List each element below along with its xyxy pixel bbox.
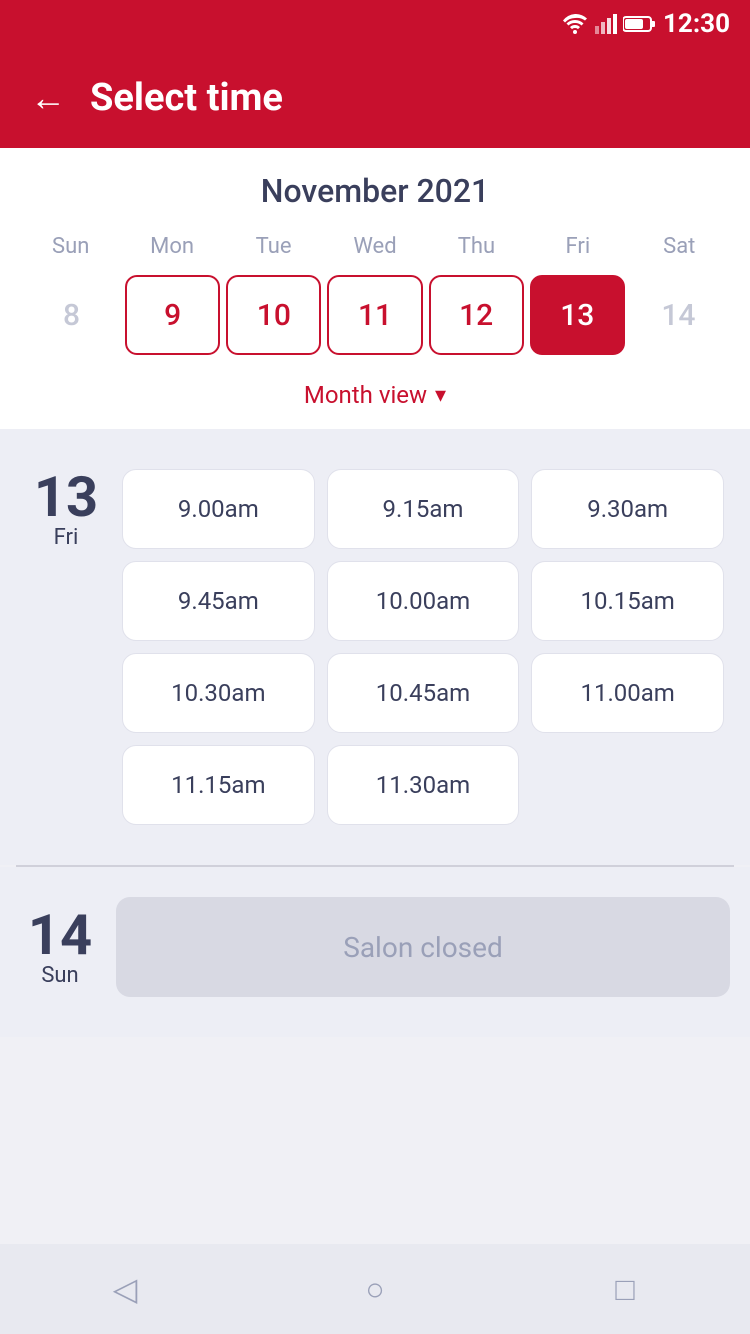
day-14-number: 14 bbox=[20, 907, 100, 963]
status-time: 12:30 bbox=[663, 9, 730, 39]
back-button[interactable]: ← bbox=[30, 77, 66, 119]
month-view-toggle[interactable]: Month view ▾ bbox=[20, 371, 730, 429]
slot-1045am[interactable]: 10.45am bbox=[327, 653, 520, 733]
weekday-fri: Fri bbox=[527, 228, 628, 265]
slot-1030am[interactable]: 10.30am bbox=[122, 653, 315, 733]
slot-1100am[interactable]: 11.00am bbox=[531, 653, 724, 733]
slot-1015am[interactable]: 10.15am bbox=[531, 561, 724, 641]
weekday-wed: Wed bbox=[324, 228, 425, 265]
weekday-sat: Sat bbox=[629, 228, 730, 265]
page-title: Select time bbox=[90, 76, 283, 120]
time-grid: 9.00am 9.15am 9.30am 9.45am 10.00am 10.1… bbox=[122, 469, 724, 825]
date-9[interactable]: 9 bbox=[125, 275, 220, 355]
weekday-row: Sun Mon Tue Wed Thu Fri Sat bbox=[20, 228, 730, 265]
salon-closed-box: Salon closed bbox=[116, 897, 730, 997]
app-bar: ← Select time bbox=[0, 48, 750, 148]
weekday-thu: Thu bbox=[426, 228, 527, 265]
time-slots-section: 13 Fri 9.00am 9.15am 9.30am 9.45am 10.00… bbox=[0, 429, 750, 865]
month-title: November 2021 bbox=[20, 172, 730, 210]
day-13-row: 13 Fri 9.00am 9.15am 9.30am 9.45am 10.00… bbox=[16, 449, 734, 845]
month-view-label: Month view bbox=[304, 381, 427, 409]
back-nav-icon[interactable]: ◁ bbox=[95, 1259, 155, 1319]
day-13-label: 13 Fri bbox=[26, 469, 106, 550]
weekday-sun: Sun bbox=[20, 228, 121, 265]
date-10[interactable]: 10 bbox=[226, 275, 321, 355]
chevron-down-icon: ▾ bbox=[435, 383, 446, 408]
date-8[interactable]: 8 bbox=[24, 275, 119, 355]
slot-900am[interactable]: 9.00am bbox=[122, 469, 315, 549]
recent-nav-icon[interactable]: □ bbox=[595, 1259, 655, 1319]
wifi-icon bbox=[561, 14, 589, 34]
slot-930am[interactable]: 9.30am bbox=[531, 469, 724, 549]
closed-section: 14 Sun Salon closed bbox=[0, 867, 750, 1037]
slot-945am[interactable]: 9.45am bbox=[122, 561, 315, 641]
salon-closed-label: Salon closed bbox=[343, 931, 503, 964]
day-14-row: 14 Sun Salon closed bbox=[10, 887, 740, 1007]
nav-bar: ◁ ○ □ bbox=[0, 1244, 750, 1334]
slot-1130am[interactable]: 11.30am bbox=[327, 745, 520, 825]
day-13-number: 13 bbox=[26, 469, 106, 525]
weekday-mon: Mon bbox=[121, 228, 222, 265]
slot-1000am[interactable]: 10.00am bbox=[327, 561, 520, 641]
status-bar: 12:30 bbox=[0, 0, 750, 48]
date-11[interactable]: 11 bbox=[327, 275, 422, 355]
slot-915am[interactable]: 9.15am bbox=[327, 469, 520, 549]
slot-1115am[interactable]: 11.15am bbox=[122, 745, 315, 825]
calendar-section: November 2021 Sun Mon Tue Wed Thu Fri Sa… bbox=[0, 148, 750, 429]
status-icons bbox=[561, 14, 655, 34]
date-14[interactable]: 14 bbox=[631, 275, 726, 355]
date-12[interactable]: 12 bbox=[429, 275, 524, 355]
dates-row: 8 9 10 11 12 13 14 bbox=[20, 275, 730, 371]
weekday-tue: Tue bbox=[223, 228, 324, 265]
day-14-label: 14 Sun bbox=[20, 907, 100, 988]
date-13[interactable]: 13 bbox=[530, 275, 625, 355]
signal-icon bbox=[595, 14, 617, 34]
home-nav-icon[interactable]: ○ bbox=[345, 1259, 405, 1319]
battery-icon bbox=[623, 15, 655, 33]
